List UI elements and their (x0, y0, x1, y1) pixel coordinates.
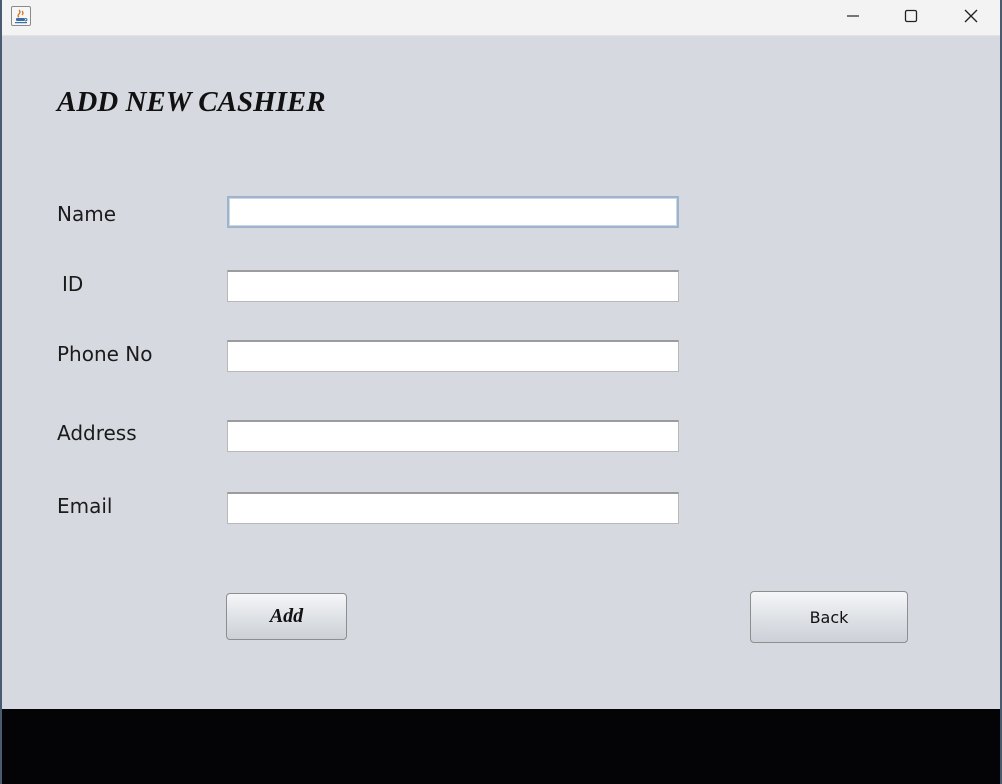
email-field[interactable] (227, 492, 679, 524)
page-title: ADD NEW CASHIER (57, 86, 326, 118)
address-field[interactable] (227, 420, 679, 452)
phone-label: Phone No (57, 342, 153, 366)
name-field[interactable] (227, 196, 679, 228)
java-app-icon[interactable] (11, 6, 31, 26)
minimize-button[interactable] (824, 0, 882, 32)
close-button[interactable] (942, 0, 1000, 32)
title-bar[interactable] (2, 0, 1000, 36)
name-label: Name (57, 202, 117, 226)
address-label: Address (57, 421, 137, 445)
id-field[interactable] (227, 270, 679, 302)
email-label: Email (57, 494, 113, 518)
add-button[interactable]: Add (226, 593, 347, 640)
maximize-icon (904, 9, 918, 23)
back-button[interactable]: Back (750, 591, 908, 643)
app-window: ADD NEW CASHIER Name ID Phone No Address… (2, 0, 1000, 784)
close-icon (964, 9, 978, 23)
minimize-icon (847, 15, 859, 17)
bottom-bar (2, 709, 1000, 784)
phone-field[interactable] (227, 340, 679, 372)
maximize-button[interactable] (882, 0, 940, 32)
id-label: ID (62, 272, 84, 296)
